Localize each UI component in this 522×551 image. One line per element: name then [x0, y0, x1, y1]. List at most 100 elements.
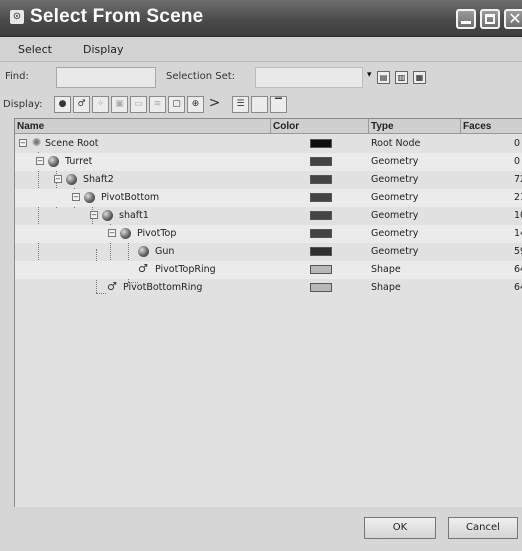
chevron-down-icon[interactable]: ▾	[367, 70, 372, 80]
dialog-footer	[14, 507, 522, 551]
table-row[interactable]: − Turret Geometry 0	[15, 153, 522, 171]
row-type: Geometry	[371, 156, 419, 167]
collapse-icon[interactable]: −	[36, 157, 44, 165]
minimize-button[interactable]	[456, 9, 476, 29]
shape-object-icon: ♂	[107, 280, 117, 293]
collapse-icon[interactable]: −	[54, 175, 62, 183]
selection-set-label: Selection Set:	[166, 71, 236, 82]
color-swatch	[310, 139, 332, 148]
geometry-object-icon	[120, 228, 131, 239]
color-swatch	[310, 211, 332, 220]
column-header-name[interactable]: Name	[15, 119, 271, 134]
find-label: Find:	[5, 71, 29, 82]
row-faces: 72	[514, 174, 522, 185]
table-row[interactable]: − PivotTop Geometry 144	[15, 225, 522, 243]
color-swatch	[310, 157, 332, 166]
window-icon[interactable]: ⊙	[10, 10, 24, 24]
row-name: Shaft2	[83, 174, 114, 185]
row-faces: 592	[514, 246, 522, 257]
display-invert-icon[interactable]: ▔	[270, 96, 287, 113]
row-type: Root Node	[371, 138, 421, 149]
camera-icon[interactable]: ▣	[111, 96, 128, 113]
column-header-color[interactable]: Color	[271, 119, 369, 134]
collapse-icon[interactable]: −	[72, 193, 80, 201]
table-row[interactable]: − Shaft2 Geometry 72	[15, 171, 522, 189]
helper-icon[interactable]: ▭	[130, 96, 147, 113]
spacewarp-icon[interactable]: ≋	[149, 96, 166, 113]
row-type: Geometry	[371, 246, 419, 257]
display-none-icon[interactable]	[251, 96, 268, 113]
row-faces: 0	[514, 156, 521, 167]
row-faces: 0	[514, 138, 521, 149]
edit-selection-set-icon[interactable]: ▦	[413, 71, 426, 84]
color-swatch	[310, 193, 332, 202]
close-button[interactable]: ✕	[504, 9, 522, 29]
row-type: Shape	[371, 282, 401, 293]
row-faces: 216	[514, 192, 522, 203]
row-name: Gun	[155, 246, 175, 257]
row-type: Geometry	[371, 174, 419, 185]
display-all-icon[interactable]: ☰	[232, 96, 249, 113]
window-title: Select From Scene	[30, 6, 204, 27]
find-row: Find: Selection Set: ▾ ▤ ▥ ▦	[0, 62, 522, 92]
table-row[interactable]: − shaft1 Geometry 108	[15, 207, 522, 225]
create-selection-set-icon[interactable]: ▤	[377, 71, 390, 84]
column-header-faces[interactable]: Faces	[461, 119, 522, 134]
geometry-object-icon	[66, 174, 77, 185]
light-icon[interactable]: ✧	[92, 96, 109, 113]
row-name: Turret	[65, 156, 93, 167]
xref-icon[interactable]: ⊕	[187, 96, 204, 113]
row-name: PivotTopRing	[155, 264, 216, 275]
geometry-object-icon	[48, 156, 59, 167]
table-row[interactable]: Gun Geometry 592	[15, 243, 522, 261]
title-bar: ⊙ Select From Scene ✕	[0, 0, 522, 37]
column-header-type[interactable]: Type	[369, 119, 461, 134]
cancel-button[interactable]: Cancel	[448, 517, 518, 539]
collapse-icon[interactable]: −	[19, 139, 27, 147]
color-swatch	[310, 229, 332, 238]
row-type: Geometry	[371, 210, 419, 221]
scene-root-icon: ✺	[32, 136, 42, 149]
row-faces: 64	[514, 264, 522, 275]
geometry-object-icon	[84, 192, 95, 203]
geometry-object-icon	[102, 210, 113, 221]
selection-set-dropdown[interactable]	[255, 67, 363, 88]
close-icon: ✕	[508, 9, 522, 28]
color-swatch	[310, 175, 332, 184]
row-name: shaft1	[119, 210, 149, 221]
menu-bar: Select Display	[0, 37, 522, 62]
display-label: Display:	[3, 99, 43, 110]
row-name: PivotBottom	[101, 192, 160, 203]
table-row[interactable]: − PivotBottom Geometry 216	[15, 189, 522, 207]
table-row[interactable]: ♂ PivotTopRing Shape 64	[15, 261, 522, 279]
color-swatch	[310, 247, 332, 256]
maximize-button[interactable]	[480, 9, 500, 29]
row-type: Geometry	[371, 228, 419, 239]
menu-display[interactable]: Display	[83, 43, 124, 56]
table-row[interactable]: ♂ PivotBottomRing Shape 64	[15, 279, 522, 297]
display-toolbar: Display: ● ♂ ✧ ▣ ▭ ≋ ▢ ⊕ > ☰ ▔	[0, 92, 522, 119]
row-faces: 64	[514, 282, 522, 293]
remove-selection-set-icon[interactable]: ▥	[395, 71, 408, 84]
menu-select[interactable]: Select	[18, 43, 52, 56]
row-name: Scene Root	[45, 138, 99, 149]
color-swatch	[310, 265, 332, 274]
ok-button[interactable]: OK	[364, 517, 436, 539]
find-input[interactable]	[56, 67, 156, 88]
row-name: PivotBottomRing	[123, 282, 203, 293]
shape-icon[interactable]: ♂	[73, 96, 90, 113]
shape-object-icon: ♂	[138, 262, 148, 275]
row-type: Geometry	[371, 192, 419, 203]
bone-icon[interactable]: >	[206, 96, 223, 113]
row-faces: 144	[514, 228, 522, 239]
table-row[interactable]: − ✺ Scene Root Root Node 0	[15, 135, 522, 153]
geometry-icon[interactable]: ●	[54, 96, 71, 113]
group-icon[interactable]: ▢	[168, 96, 185, 113]
collapse-icon[interactable]: −	[108, 229, 116, 237]
collapse-icon[interactable]: −	[90, 211, 98, 219]
left-rail	[0, 118, 14, 551]
geometry-object-icon	[138, 246, 149, 257]
scene-object-list[interactable]: Name Color Type Faces − ✺ Scene Root Roo…	[14, 118, 522, 508]
row-name: PivotTop	[137, 228, 177, 239]
row-type: Shape	[371, 264, 401, 275]
